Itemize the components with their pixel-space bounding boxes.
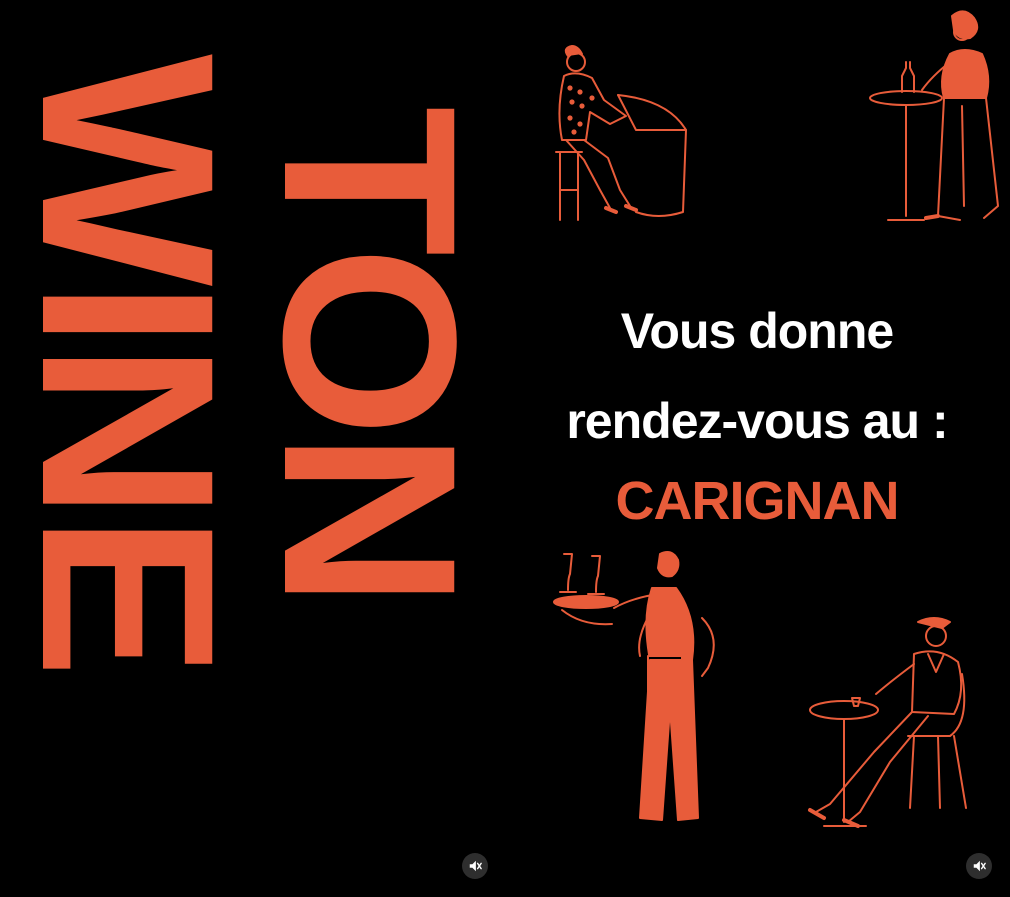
person-at-high-table-illustration (869, 10, 999, 221)
waiter-with-tray-illustration (553, 551, 715, 821)
man-at-cafe-table-illustration (808, 617, 967, 828)
tagline-line1: Vous donne (620, 303, 894, 359)
woman-at-bar-illustration (555, 45, 687, 221)
mute-button-right[interactable] (966, 853, 992, 879)
venue-name: CARIGNAN (615, 471, 900, 531)
logo-ton: TON (232, 106, 507, 603)
mute-button-left[interactable] (462, 853, 488, 879)
speaker-muted-icon (973, 860, 986, 872)
speaker-muted-icon (469, 860, 482, 872)
wine-ton-poster: WINE TON Vous donne rendez-vous au: CAR… (0, 0, 1010, 897)
logo-wine: WINE (0, 54, 265, 673)
tagline-line2: rendez-vous au : (566, 393, 948, 449)
